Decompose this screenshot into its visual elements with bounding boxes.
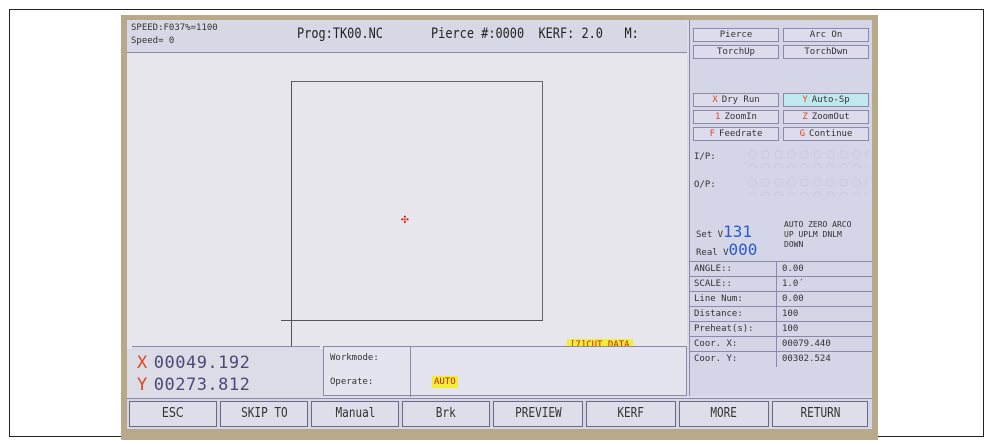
- auto-sp-button[interactable]: Y Auto-Sp: [783, 93, 869, 107]
- crosshair-icon: ✣: [401, 212, 409, 227]
- workmode-panel: Workmode: Operate: AUTO: [323, 346, 687, 397]
- input-status: I/P:: [692, 146, 870, 172]
- param-angle: ANGLE:: 0.00: [690, 261, 872, 277]
- param-scale: SCALE:: 1.0´: [690, 276, 872, 292]
- operate-value: AUTO: [432, 376, 458, 388]
- zoom-out-button[interactable]: Z ZoomOut: [783, 110, 869, 124]
- esc-key[interactable]: ESC: [129, 401, 217, 427]
- workmode-label: Workmode:: [330, 353, 379, 363]
- drawing-canvas: ✣ [7]CUT DATA: [127, 53, 687, 351]
- output-status: O/P:: [692, 174, 870, 200]
- kerf-key[interactable]: KERF: [586, 401, 676, 427]
- y-coordinate: Y 00273.812: [137, 375, 251, 395]
- feedrate-button[interactable]: F Feedrate: [693, 127, 779, 141]
- continue-button[interactable]: G Continue: [783, 127, 869, 141]
- program-name: Prog:TK00.NC: [297, 26, 383, 42]
- torch-up-button[interactable]: TorchUp: [693, 45, 779, 59]
- manual-key[interactable]: Manual: [311, 401, 399, 427]
- arc-on-button[interactable]: Arc On: [783, 28, 869, 42]
- voltage-panel: Set V131 Real V000: [692, 220, 784, 259]
- divider: [410, 347, 411, 397]
- more-key[interactable]: MORE: [679, 401, 769, 427]
- function-key-bar: ESC SKIP TO Manual Brk PREVIEW KERF MORE…: [127, 398, 872, 429]
- x-axis-line: [281, 320, 543, 321]
- x-coordinate: X 00049.192: [137, 353, 251, 373]
- preview-key[interactable]: PREVIEW: [493, 401, 583, 427]
- output-indicators: [746, 176, 868, 196]
- speed-setting: SPEED:F037%=1100: [131, 23, 218, 33]
- operate-label: Operate:: [330, 377, 374, 387]
- param-coor-y: Coor. Y: 00302.524: [690, 351, 872, 367]
- right-panel: Pierce Arc On TorchUp TorchDwn X Dry Run …: [689, 20, 872, 396]
- coordinate-display: X 00049.192 Y 00273.812: [132, 346, 320, 397]
- y-axis-line: [291, 81, 292, 351]
- skip-to-key[interactable]: SKIP TO: [220, 401, 308, 427]
- param-coor-x: Coor. X: 00079.440: [690, 336, 872, 352]
- speed-current: Speed= 0: [131, 36, 175, 46]
- thc-flags: AUTO ZERO ARCO UP UPLM DNLM DOWN: [784, 220, 852, 249]
- param-distance: Distance: 100: [690, 306, 872, 322]
- plate-outline: [291, 81, 543, 321]
- input-indicators: [746, 148, 868, 168]
- pierce-button[interactable]: Pierce: [693, 28, 779, 42]
- zoom-in-button[interactable]: 1 ZoomIn: [693, 110, 779, 124]
- set-voltage: Set V131: [696, 222, 752, 241]
- param-line-num: Line Num: 0.00: [690, 291, 872, 307]
- return-key[interactable]: RETURN: [772, 401, 868, 427]
- dry-run-button[interactable]: X Dry Run: [693, 93, 779, 107]
- cnc-screen: SPEED:F037%=1100 Speed= 0 Prog:TK00.NC P…: [127, 20, 872, 429]
- status-bar: SPEED:F037%=1100 Speed= 0 Prog:TK00.NC P…: [127, 20, 687, 53]
- break-key[interactable]: Brk: [402, 401, 490, 427]
- real-voltage: Real V000: [696, 240, 758, 259]
- pierce-kerf-info: Pierce #:0000 KERF: 2.0 M:: [431, 26, 639, 42]
- param-preheat: Preheat(s): 100: [690, 321, 872, 337]
- torch-down-button[interactable]: TorchDwn: [783, 45, 869, 59]
